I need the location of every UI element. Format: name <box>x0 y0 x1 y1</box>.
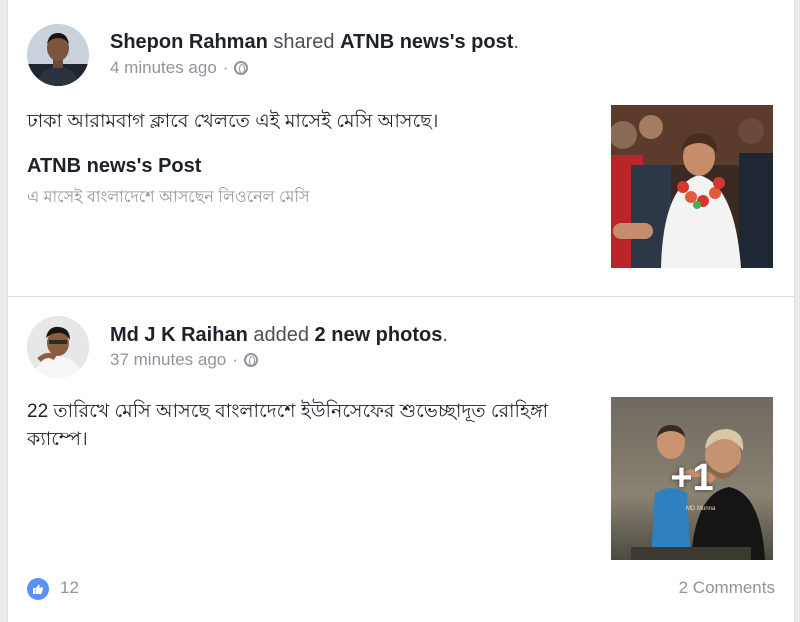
headline-suffix: . <box>442 324 448 346</box>
meta-separator: · <box>222 58 229 77</box>
globe-icon[interactable] <box>243 353 258 367</box>
shared-post-title-link[interactable]: ATNB news's Post <box>27 155 201 178</box>
post-text: ঢাকা আরামবাগ ক্লাবে খেলতে এই মাসেই মেসি … <box>27 111 439 132</box>
like-count[interactable]: 12 <box>60 578 79 598</box>
actor-name-link[interactable]: Shepon Rahman <box>110 31 268 53</box>
crowd-photo <box>611 105 773 268</box>
post-text: 22 তারিখে মেসি আসছে বাংলাদেশে ইউনিসেফের … <box>27 401 549 450</box>
thumbs-up-icon[interactable] <box>27 578 49 600</box>
feed-post: Md J K Raihan added 2 new photos. 37 min… <box>8 297 794 622</box>
post-timestamp-link[interactable]: 37 minutes ago <box>110 350 226 370</box>
avatar-image <box>27 316 89 378</box>
globe-icon[interactable] <box>234 61 249 75</box>
post-headline: Md J K Raihan added 2 new photos. <box>110 324 448 347</box>
actor-name-link[interactable]: Md J K Raihan <box>110 324 248 346</box>
post-photo[interactable] <box>611 105 773 268</box>
more-photos-overlay[interactable]: +1 <box>611 397 773 560</box>
post-meta: 4 minutes ago · <box>110 58 249 78</box>
shared-post-subtitle: এ মাসেই বাংলাদেশে আসছেন লিওনেল মেসি <box>27 189 310 206</box>
thumbs-up-glyph <box>33 584 44 594</box>
avatar[interactable] <box>27 24 89 86</box>
shared-object-link[interactable]: ATNB news's post <box>340 31 513 53</box>
headline-suffix: . <box>513 31 519 53</box>
news-feed: Shepon Rahman shared ATNB news's post. 4… <box>7 0 795 622</box>
avatar-image <box>27 24 89 86</box>
post-verb: added <box>253 324 309 346</box>
avatar[interactable] <box>27 316 89 378</box>
feed-post: Shepon Rahman shared ATNB news's post. 4… <box>8 0 794 297</box>
post-timestamp-link[interactable]: 4 minutes ago <box>110 58 217 78</box>
post-meta: 37 minutes ago · <box>110 350 258 370</box>
comments-count-link[interactable]: 2 Comments <box>679 578 775 598</box>
post-verb: shared <box>273 31 335 53</box>
post-headline: Shepon Rahman shared ATNB news's post. <box>110 31 519 54</box>
meta-separator: · <box>232 350 238 369</box>
post-footer: 12 2 Comments <box>27 574 775 604</box>
photos-link[interactable]: 2 new photos <box>315 324 443 346</box>
post-photo[interactable]: MD Munna +1 <box>611 397 773 560</box>
